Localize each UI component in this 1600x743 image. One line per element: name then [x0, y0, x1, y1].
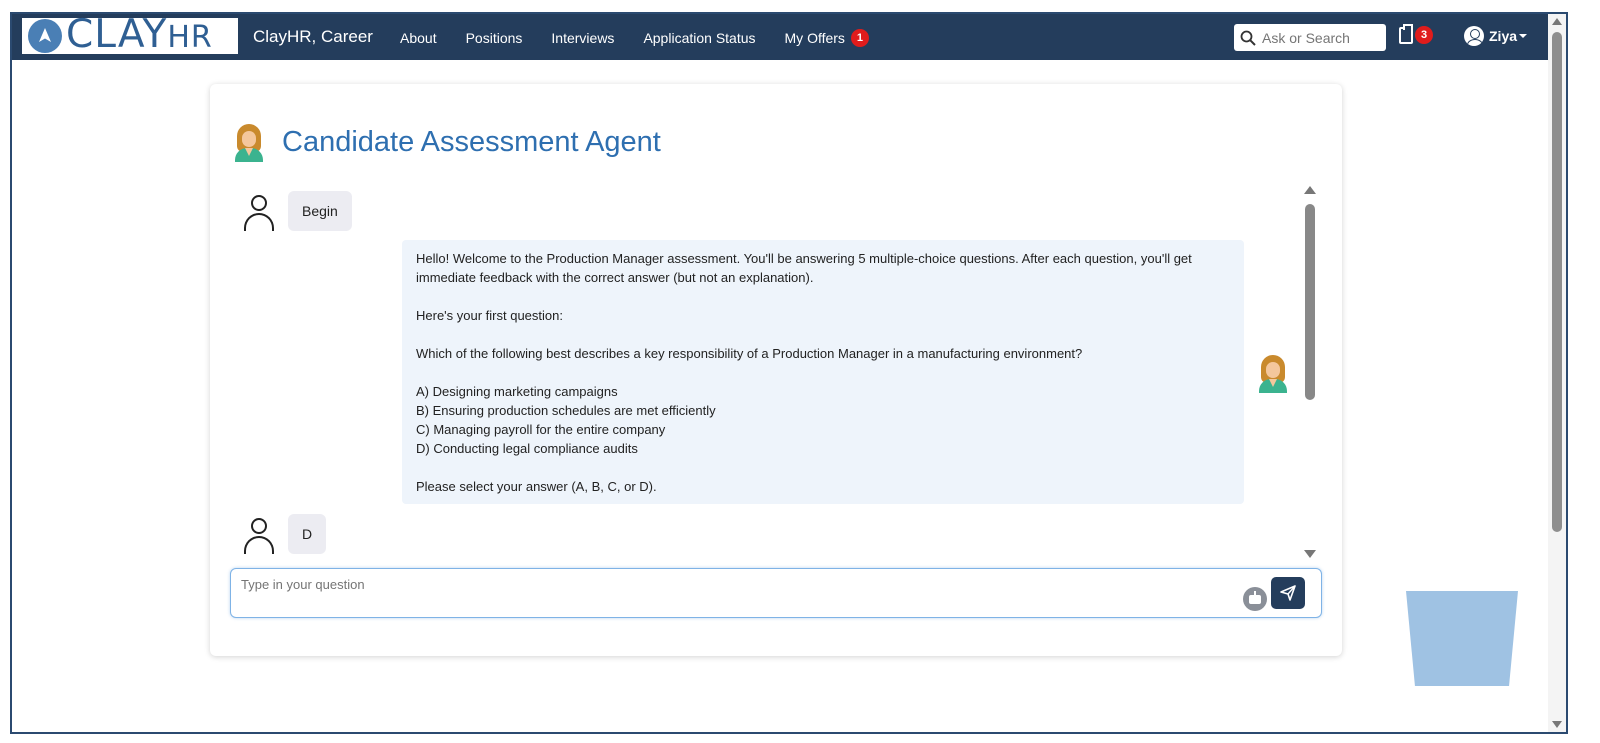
send-button[interactable]	[1271, 577, 1305, 609]
user-person-icon	[242, 517, 276, 554]
logo-text: CLAYHR	[66, 12, 213, 57]
page-scroll-up-icon[interactable]	[1552, 18, 1562, 25]
question-input-box	[230, 568, 1322, 618]
scroll-down-arrow-icon[interactable]	[1304, 550, 1316, 558]
agent-avatar-icon	[232, 124, 266, 162]
chevron-down-icon	[1519, 34, 1528, 38]
page-scroll-thumb[interactable]	[1552, 32, 1562, 532]
user-message: Begin	[288, 191, 352, 231]
answer-option: C) Managing payroll for the entire compa…	[416, 422, 666, 437]
nav-application-status[interactable]: Application Status	[643, 29, 755, 47]
nav-interviews[interactable]: Interviews	[551, 29, 614, 47]
nav-about[interactable]: About	[400, 29, 437, 47]
question-input[interactable]	[241, 577, 1231, 607]
nav-positions[interactable]: Positions	[466, 29, 523, 47]
user-name: Ziya	[1489, 28, 1518, 44]
chat-scrollbar[interactable]	[1300, 184, 1320, 560]
search-box[interactable]	[1234, 24, 1386, 51]
search-icon	[1240, 30, 1256, 46]
answer-option: B) Ensuring production schedules are met…	[416, 403, 716, 418]
clipboard-icon	[1399, 23, 1413, 44]
decorative-shape	[1406, 591, 1518, 686]
top-navbar: CLAYHR ClayHR, Career About Positions In…	[12, 12, 1566, 60]
agent-avatar-icon	[1256, 355, 1290, 393]
agent-message-text: Here's your first question:	[416, 308, 563, 323]
user-person-icon	[242, 194, 276, 231]
clipboard-button[interactable]: 3	[1399, 23, 1433, 44]
nav-my-offers[interactable]: My Offers 1	[785, 29, 869, 47]
app-window: CLAYHR ClayHR, Career About Positions In…	[10, 12, 1568, 734]
agent-message-text: Please select your answer (A, B, C, or D…	[416, 479, 657, 494]
offers-count-badge: 1	[850, 29, 869, 47]
user-message: D	[288, 514, 327, 554]
clayhr-logo[interactable]: CLAYHR	[22, 12, 238, 57]
send-icon	[1280, 585, 1296, 601]
search-input[interactable]	[1262, 29, 1380, 46]
user-menu[interactable]: Ziya	[1464, 26, 1528, 46]
page-scrollbar[interactable]	[1548, 14, 1566, 732]
page-scroll-down-icon[interactable]	[1552, 721, 1562, 728]
bot-icon[interactable]	[1243, 587, 1267, 611]
answer-option: A) Designing marketing campaigns	[416, 384, 618, 399]
agent-message-text: Hello! Welcome to the Production Manager…	[416, 251, 1192, 285]
agent-message-text: Which of the following best describes a …	[416, 346, 1083, 361]
scroll-up-arrow-icon[interactable]	[1304, 186, 1316, 194]
brand-title[interactable]: ClayHR, Career	[253, 27, 373, 47]
chat-history: Begin Hello! Welcome to the Production M…	[230, 184, 1322, 560]
page-title: Candidate Assessment Agent	[282, 126, 661, 158]
answer-option: D) Conducting legal compliance audits	[416, 441, 638, 456]
chat-scroll-thumb[interactable]	[1305, 204, 1315, 400]
user-avatar-icon	[1464, 26, 1484, 46]
logo-mark-icon	[28, 19, 62, 53]
agent-message: Hello! Welcome to the Production Manager…	[402, 240, 1244, 504]
nav-links: About Positions Interviews Application S…	[400, 29, 898, 47]
assessment-card: Candidate Assessment Agent Begin Hello! …	[210, 84, 1342, 656]
clipboard-count-badge: 3	[1415, 26, 1433, 44]
